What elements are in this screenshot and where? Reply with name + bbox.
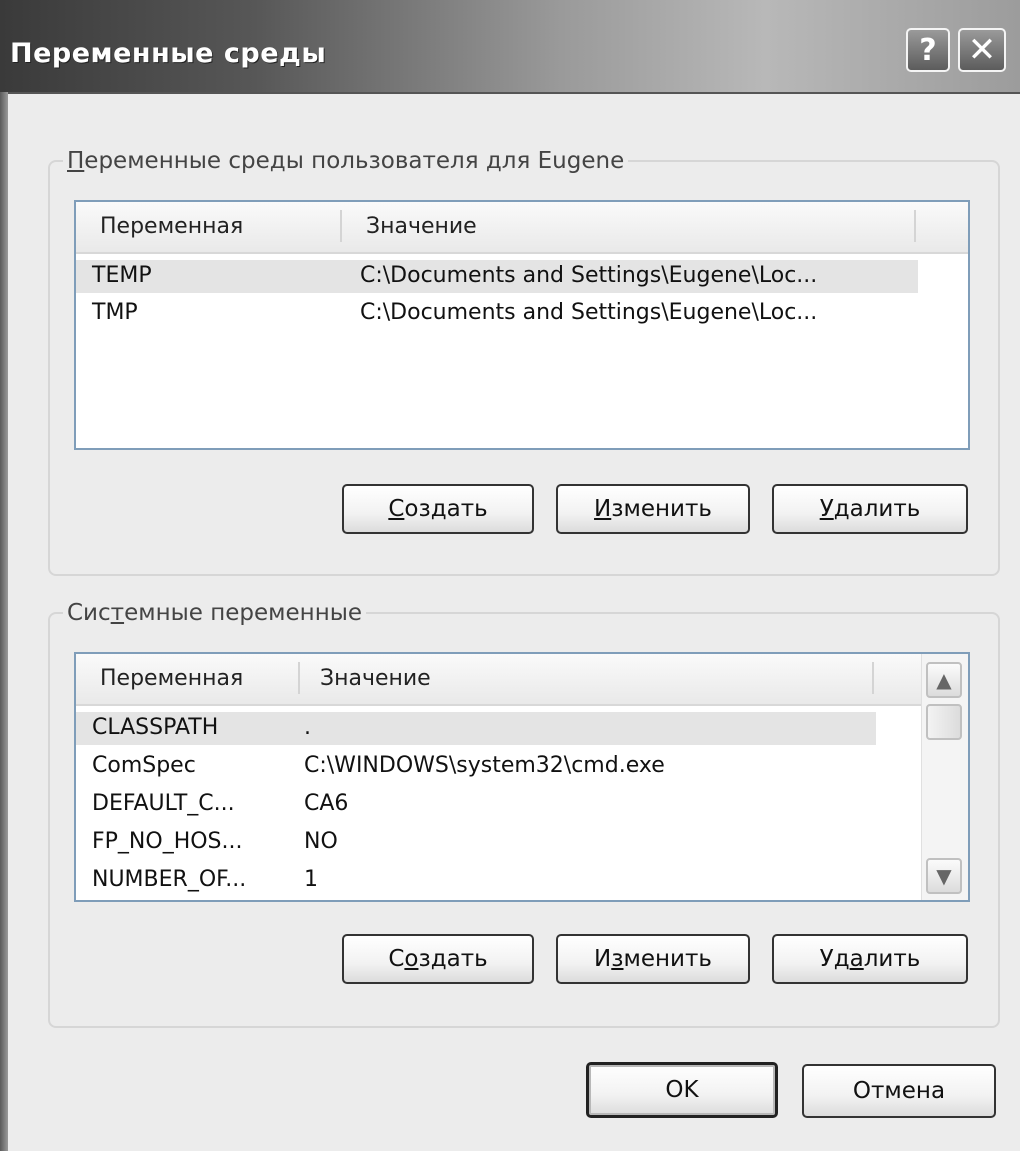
column-header-variable[interactable]: Переменная <box>100 666 243 691</box>
list-item[interactable]: TEMP C:\Documents and Settings\Eugene\Lo… <box>76 260 918 293</box>
list-header: Переменная Значение <box>76 202 968 254</box>
vertical-scrollbar[interactable]: ▲ ▼ <box>921 654 968 900</box>
variable-name: ComSpec <box>92 753 196 778</box>
user-variables-list[interactable]: Переменная Значение TEMP C:\Documents an… <box>74 200 970 450</box>
help-button[interactable]: ? <box>906 28 950 72</box>
system-edit-button[interactable]: Из менить <box>556 934 750 984</box>
environment-variables-dialog: Переменные среды ? ✕ Переменные среды по… <box>0 0 1020 1151</box>
column-header-value[interactable]: Значение <box>320 666 431 691</box>
window-title: Переменные среды <box>10 38 327 69</box>
chevron-down-icon: ▼ <box>936 864 952 888</box>
user-delete-button[interactable]: Удалить <box>772 484 968 534</box>
system-delete-button[interactable]: Уд а лить <box>772 934 968 984</box>
variable-value: 1 <box>304 867 318 892</box>
user-edit-button[interactable]: Изменить <box>556 484 750 534</box>
list-item[interactable]: DEFAULT_C... CA6 <box>76 788 876 821</box>
user-create-button[interactable]: Создать <box>342 484 534 534</box>
variable-value: . <box>304 715 311 740</box>
list-item[interactable]: FP_NO_HOS... NO <box>76 826 876 859</box>
variable-name: TMP <box>92 300 138 325</box>
scrollbar-thumb[interactable] <box>926 704 962 740</box>
system-variables-group-label: Системные переменные <box>63 600 367 626</box>
cancel-button[interactable]: Отмена <box>802 1064 996 1118</box>
list-item[interactable]: TMP C:\Documents and Settings\Eugene\Loc… <box>76 297 918 330</box>
help-icon: ? <box>919 32 937 68</box>
column-separator[interactable] <box>340 210 342 242</box>
column-separator[interactable] <box>872 662 874 694</box>
window-frame-left <box>0 92 8 1151</box>
variable-value: C:\Documents and Settings\Eugene\Loc... <box>360 300 818 325</box>
close-button[interactable]: ✕ <box>958 28 1006 72</box>
title-bar: Переменные среды ? ✕ <box>0 0 1020 94</box>
scroll-down-button[interactable]: ▼ <box>926 858 962 894</box>
variable-value: C:\Documents and Settings\Eugene\Loc... <box>360 263 818 288</box>
column-header-variable[interactable]: Переменная <box>100 214 243 239</box>
column-header-value[interactable]: Значение <box>366 214 477 239</box>
variable-value: C:\WINDOWS\system32\cmd.exe <box>304 753 665 778</box>
variable-value: NO <box>304 829 338 854</box>
list-item[interactable]: NUMBER_OF... 1 <box>76 864 876 897</box>
variable-value: CA6 <box>304 791 349 816</box>
system-variables-list[interactable]: Переменная Значение CLASSPATH . ComSpec … <box>74 652 970 902</box>
column-separator[interactable] <box>914 210 916 242</box>
chevron-up-icon: ▲ <box>936 668 952 692</box>
variable-name: TEMP <box>92 263 152 288</box>
scroll-up-button[interactable]: ▲ <box>926 662 962 698</box>
close-icon: ✕ <box>967 30 997 70</box>
variable-name: FP_NO_HOS... <box>92 829 243 854</box>
list-item[interactable]: CLASSPATH . <box>76 712 876 745</box>
ok-button[interactable]: OK <box>586 1062 778 1118</box>
variable-name: DEFAULT_C... <box>92 791 235 816</box>
list-header: Переменная Значение <box>76 654 926 706</box>
user-variables-group-label: Переменные среды пользователя для Eugene <box>63 148 629 174</box>
list-item[interactable]: ComSpec C:\WINDOWS\system32\cmd.exe <box>76 750 876 783</box>
system-create-button[interactable]: Со здать <box>342 934 534 984</box>
variable-name: CLASSPATH <box>92 715 219 740</box>
column-separator[interactable] <box>298 662 300 694</box>
variable-name: NUMBER_OF... <box>92 867 247 892</box>
